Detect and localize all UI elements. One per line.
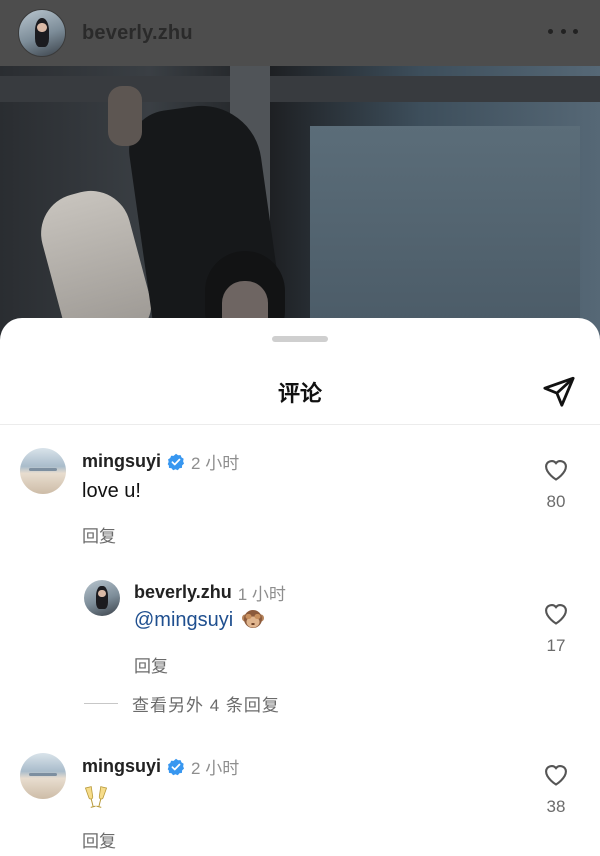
comments-sheet: 评论 mingsuyi 2 小时 love u! 回复 80 beverly.z…: [0, 318, 600, 856]
post-author-avatar[interactable]: [18, 9, 66, 57]
sheet-divider: [0, 424, 600, 425]
comment-time: 2 小时: [191, 454, 240, 473]
heart-icon[interactable]: [542, 761, 570, 787]
comment-text: @mingsuyi: [134, 608, 265, 632]
comment-text: love u!: [82, 480, 141, 502]
view-more-replies-button[interactable]: 查看另外 4 条回复: [84, 691, 280, 716]
sheet-title: 评论: [277, 381, 322, 406]
reply-button[interactable]: 回复: [82, 522, 116, 547]
comment-meta: mingsuyi 2 小时: [82, 754, 239, 779]
view-more-replies-label: 查看另外 4 条回复: [132, 696, 280, 715]
comment-username[interactable]: beverly.zhu: [134, 582, 232, 603]
comment-text: [84, 785, 108, 817]
avatar[interactable]: [20, 448, 66, 494]
comment-time: 1 小时: [237, 585, 286, 604]
reply-button[interactable]: 回复: [134, 652, 168, 677]
heart-icon[interactable]: [542, 456, 570, 482]
sheet-drag-handle[interactable]: [272, 336, 328, 342]
more-horizontal-icon[interactable]: [548, 16, 578, 46]
like-button[interactable]: 38: [540, 761, 572, 817]
replies-divider-line: [84, 703, 118, 704]
like-button[interactable]: 80: [540, 456, 572, 512]
post-photo: [0, 66, 600, 346]
like-count: 38: [546, 797, 566, 816]
heart-icon[interactable]: [542, 600, 570, 626]
verified-badge-icon: [167, 453, 185, 471]
send-icon[interactable]: [540, 372, 578, 410]
comment-meta: mingsuyi 2 小时: [82, 449, 239, 474]
avatar[interactable]: [84, 580, 120, 616]
clinking-glasses-icon: [84, 785, 108, 811]
comment-username[interactable]: mingsuyi: [82, 756, 161, 777]
like-count: 17: [546, 636, 566, 655]
verified-badge-icon: [167, 758, 185, 776]
mention-link[interactable]: @mingsuyi: [134, 609, 233, 631]
comment-username[interactable]: mingsuyi: [82, 451, 161, 472]
see-no-evil-monkey-icon: [241, 608, 265, 630]
post-author-username[interactable]: beverly.zhu: [82, 22, 193, 45]
comment-time: 2 小时: [191, 759, 240, 778]
avatar[interactable]: [20, 753, 66, 799]
reply-button[interactable]: 回复: [82, 827, 116, 852]
post-header: beverly.zhu: [0, 0, 600, 66]
comment-meta: beverly.zhu 1 小时: [134, 580, 286, 605]
like-count: 80: [546, 492, 566, 511]
like-button[interactable]: 17: [540, 600, 572, 656]
